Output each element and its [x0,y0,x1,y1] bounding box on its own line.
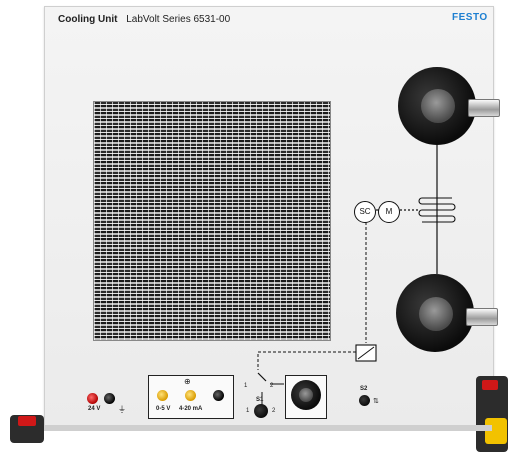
power-24v-jack[interactable] [87,393,98,404]
s2-label: S2 [360,386,368,392]
left-foot-latch [18,416,36,426]
sc-label: SC [359,207,371,216]
selector-pos2-label: 2 [270,383,274,389]
s1-selector-switch[interactable] [254,404,268,418]
ground-icon: ⏚ [118,405,126,414]
heat-exchanger-coil-icon [421,194,453,226]
power-ground-jack[interactable] [104,393,115,404]
selector-pos1-label: 1 [244,383,248,389]
right-foot-yellow-clamp [485,418,507,444]
right-foot-latch [482,380,498,390]
speed-controller-symbol: SC [354,201,376,223]
base-rail [44,425,492,431]
schematic-diagram [257,145,456,405]
power-voltage-label: 24 V [88,406,101,412]
s1-label: S1 [256,397,264,403]
s1-pos2-label: 2 [272,408,276,414]
s2-toggle-switch[interactable] [359,395,370,406]
s2-arrows-icon: ⇅ [373,398,379,405]
motor-label: M [385,207,393,216]
signal-0-5v-jack[interactable] [157,390,168,401]
signal-input-icon: ⊕ [184,377,191,386]
potentiometer-shaft-icon [299,388,313,402]
signal-ground-jack[interactable] [213,390,224,401]
range-v-label: 0-5 V [156,406,171,412]
motor-symbol: M [378,201,400,223]
range-ma-label: 4-20 mA [179,406,203,412]
signal-4-20ma-jack[interactable] [185,390,196,401]
s1-pos1-label: 1 [246,408,250,414]
